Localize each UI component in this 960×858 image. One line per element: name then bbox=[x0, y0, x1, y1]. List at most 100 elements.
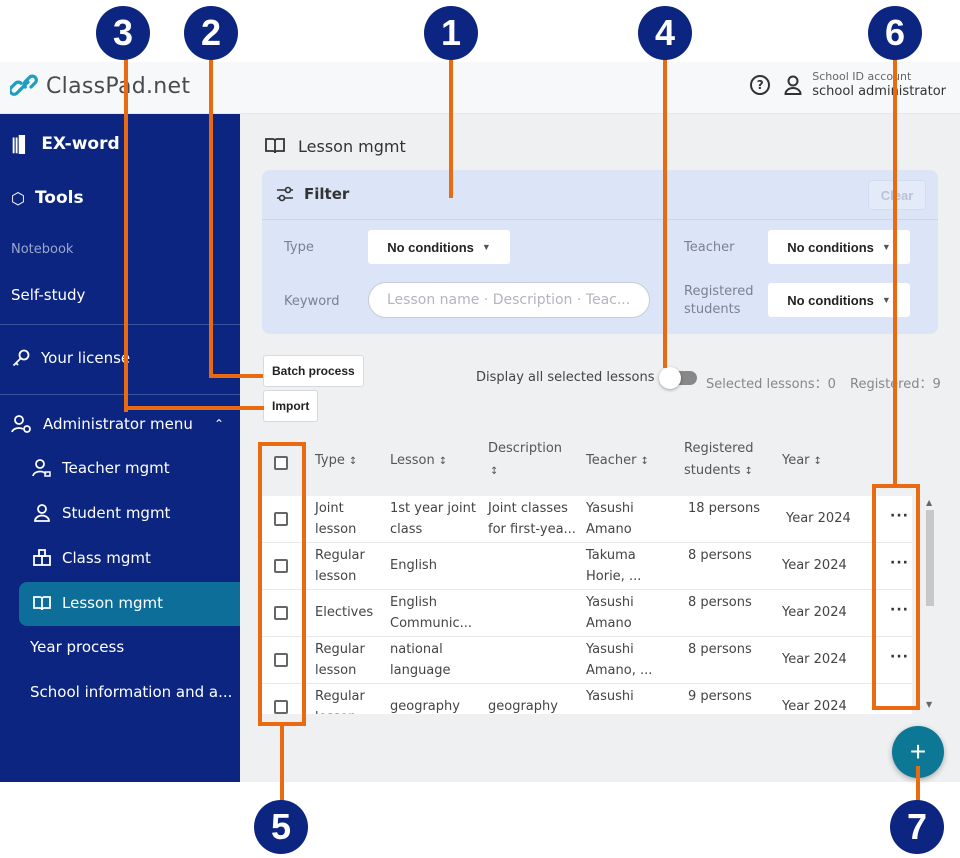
scroll-thumb[interactable] bbox=[926, 510, 934, 606]
cell-teacher: Yasushi Amano bbox=[586, 501, 634, 538]
cell-type: Regularlesson bbox=[315, 548, 365, 585]
cell-registered: 8 persons bbox=[688, 595, 752, 610]
column-label: Year bbox=[782, 453, 810, 468]
sidebar-item-teacher-mgmt[interactable]: Teacher mgmt bbox=[0, 458, 240, 478]
sidebar-item-self-study[interactable]: Self-study bbox=[0, 286, 240, 304]
cell-registered: 8 persons bbox=[688, 642, 752, 657]
cell-teacher: Takuma Horie, ... bbox=[586, 548, 642, 585]
sidebar-item-school-information[interactable]: School information and a... bbox=[0, 683, 240, 701]
table-row[interactable]: Regular lesson national language Yasushi Am… bbox=[262, 637, 912, 684]
type-select-value: No conditions bbox=[387, 239, 474, 255]
cell-type: Regularlesson bbox=[315, 642, 365, 679]
scroll-down-icon[interactable]: ▼ bbox=[926, 700, 932, 709]
chevron-up-icon: ⌃ bbox=[213, 417, 224, 431]
caret-down-icon: ▼ bbox=[881, 242, 891, 252]
type-label: Type bbox=[284, 240, 314, 255]
sidebar-divider bbox=[0, 324, 240, 325]
table-row[interactable]: Joint lesson 1st year joint class Joint cl… bbox=[262, 496, 912, 543]
book-icon bbox=[33, 596, 51, 611]
cell-description: Joint classes for first-yea... bbox=[488, 501, 576, 538]
sort-icon: ↕ bbox=[490, 466, 499, 478]
clear-filter-button[interactable]: Clear bbox=[868, 180, 926, 210]
logo-text: ClassPad.net bbox=[46, 73, 191, 99]
cell-type: Joint lesson bbox=[315, 501, 357, 538]
sidebar-item-notebook[interactable]: Notebook bbox=[0, 242, 240, 257]
annotation-badge-3: 3 bbox=[96, 6, 150, 60]
sidebar-item-label: Teacher mgmt bbox=[62, 459, 170, 477]
sidebar-item-ex-word[interactable]: ∥▌ EX-word bbox=[0, 134, 240, 154]
selected-lessons-count: Selected lessons：0 bbox=[706, 377, 836, 392]
sort-icon: ↕ bbox=[813, 456, 822, 467]
column-description[interactable]: Description ↕ bbox=[488, 438, 562, 482]
table-scrollbar[interactable]: ▲ ▼ bbox=[926, 498, 934, 712]
registered-label-line2: students bbox=[684, 301, 741, 317]
import-button[interactable]: Import bbox=[263, 390, 319, 422]
cell-lesson: 1st year joint class bbox=[390, 501, 476, 538]
column-year[interactable]: Year ↕ bbox=[782, 450, 822, 472]
annotation-line-5 bbox=[280, 724, 284, 802]
column-label: Type bbox=[315, 453, 345, 468]
admin-icon bbox=[11, 415, 31, 433]
sidebar-item-your-license[interactable]: Your license bbox=[0, 348, 240, 368]
annotation-badge-4: 4 bbox=[638, 6, 692, 60]
page-title: Lesson mgmt bbox=[264, 136, 406, 156]
sliders-icon bbox=[277, 186, 293, 202]
logo[interactable]: ClassPad.net bbox=[10, 72, 190, 100]
teacher-select[interactable]: No conditions ▼ bbox=[768, 230, 910, 264]
person-icon bbox=[34, 504, 50, 522]
sidebar-item-label: Lesson mgmt bbox=[62, 594, 164, 612]
classpad-logo-icon bbox=[10, 74, 38, 96]
column-lesson[interactable]: Lesson ↕ bbox=[390, 450, 447, 472]
sidebar-item-administrator-menu[interactable]: Administrator menu ⌃ bbox=[0, 414, 240, 434]
column-label: students bbox=[684, 463, 741, 479]
annotation-box-6 bbox=[872, 484, 920, 710]
caret-down-icon: ▼ bbox=[481, 242, 491, 252]
sidebar-item-year-process[interactable]: Year process bbox=[0, 638, 240, 656]
table-row[interactable]: Electives English Communic... Yasushi Aman… bbox=[262, 590, 912, 637]
cell-registered: 8 persons bbox=[688, 548, 752, 563]
annotation-line-4 bbox=[663, 58, 667, 368]
sidebar-item-label: Class mgmt bbox=[62, 549, 151, 567]
keyword-input[interactable] bbox=[368, 282, 650, 318]
registered-students-select[interactable]: No conditions ▼ bbox=[768, 283, 910, 317]
cell-type: Electives bbox=[315, 605, 374, 620]
sidebar-item-student-mgmt[interactable]: Student mgmt bbox=[0, 503, 240, 523]
scroll-up-icon[interactable]: ▲ bbox=[926, 498, 932, 507]
cell-description: geography bbox=[488, 699, 558, 714]
user-menu[interactable]: School ID account school administrator bbox=[784, 70, 946, 100]
sort-icon: ↕ bbox=[744, 466, 753, 478]
batch-process-button[interactable]: Batch process bbox=[263, 355, 364, 387]
page-title-text: Lesson mgmt bbox=[298, 136, 406, 156]
sidebar-item-tools[interactable]: ⬡ Tools bbox=[0, 188, 240, 208]
sidebar-item-class-mgmt[interactable]: Class mgmt bbox=[0, 548, 240, 568]
sidebar-divider bbox=[0, 394, 240, 395]
keyword-label: Keyword bbox=[284, 294, 340, 309]
table-row[interactable]: Regularlesson geography geography Yasush… bbox=[262, 684, 912, 714]
annotation-line-2h bbox=[209, 374, 263, 378]
cell-year: Year 2024 bbox=[782, 558, 847, 573]
annotation-badge-7: 7 bbox=[890, 800, 944, 854]
cell-registered: 18 persons bbox=[688, 501, 761, 516]
type-select[interactable]: No conditions ▼ bbox=[368, 230, 510, 264]
caret-down-icon: ▼ bbox=[881, 295, 891, 305]
sidebar-item-label: EX-word bbox=[41, 134, 120, 154]
column-type[interactable]: Type ↕ bbox=[315, 450, 357, 472]
registered-select-value: No conditions bbox=[787, 292, 874, 308]
display-selected-toggle[interactable] bbox=[658, 366, 697, 389]
toggle-label: Display all selected lessons bbox=[476, 370, 655, 385]
registered-label-line1: Registered bbox=[684, 284, 754, 299]
cell-registered: 9 persons bbox=[688, 689, 752, 704]
sidebar-item-label: School information and a... bbox=[30, 683, 233, 701]
filter-panel: Filter Clear Type No conditions ▼ Keywor… bbox=[262, 170, 938, 334]
cell-year: Year 2024 bbox=[782, 652, 847, 667]
sidebar-item-label: Your license bbox=[41, 349, 131, 367]
sidebar-item-label: Student mgmt bbox=[62, 504, 171, 522]
table-row[interactable]: Regular lesson English Takuma Horie, ... 8… bbox=[262, 543, 912, 590]
annotation-line-3 bbox=[124, 58, 128, 412]
sidebar-item-lesson-mgmt[interactable]: Lesson mgmt bbox=[0, 593, 240, 613]
column-registered-students[interactable]: Registered students ↕ bbox=[684, 438, 754, 482]
cell-year: Year 2024 bbox=[786, 511, 851, 526]
help-icon[interactable]: ? bbox=[750, 75, 771, 95]
sidebar-item-label: Tools bbox=[34, 188, 84, 208]
column-teacher[interactable]: Teacher ↕ bbox=[586, 450, 649, 472]
